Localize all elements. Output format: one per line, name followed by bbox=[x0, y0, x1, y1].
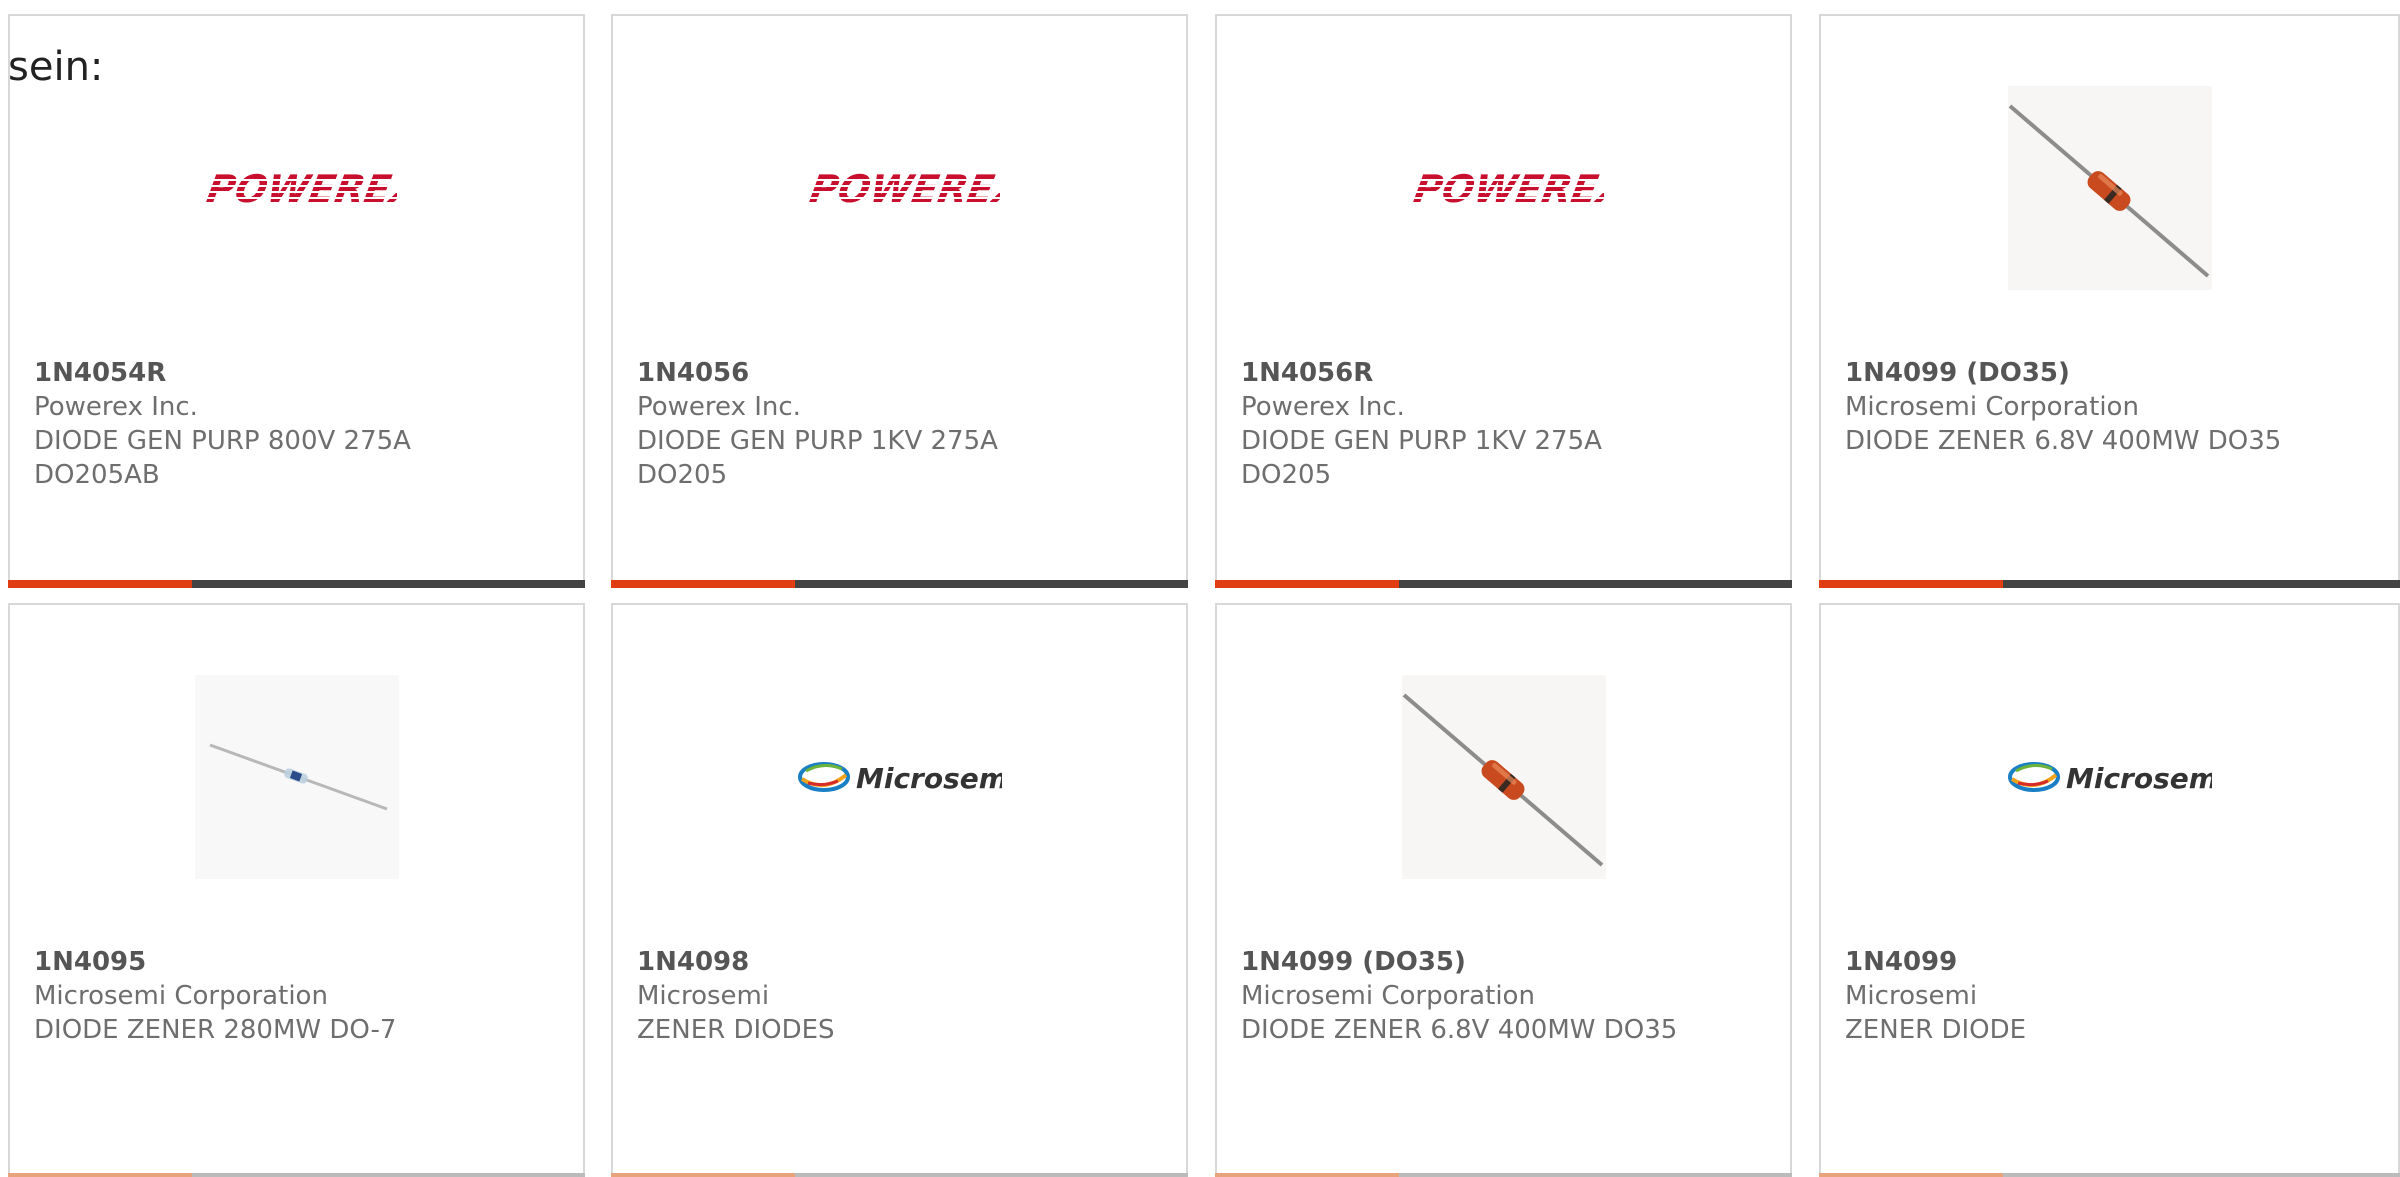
manufacturer: Powerex Inc. bbox=[637, 392, 801, 422]
manufacturer: Microsemi Corporation bbox=[1241, 981, 1535, 1011]
card-accent-bar bbox=[8, 580, 585, 588]
diode-photo bbox=[194, 675, 399, 879]
product-card[interactable]: Microsemi 1N4099 Microsemi ZENER DIODE bbox=[1819, 603, 2400, 1177]
card-accent-bar bbox=[1215, 580, 1792, 588]
description: DIODE GEN PURP 1KV 275A bbox=[637, 426, 998, 456]
microsemi-logo: Microsemi bbox=[2007, 675, 2212, 879]
powerex-logo: POWEREX bbox=[195, 86, 399, 290]
microsemi-logo: Microsemi bbox=[797, 675, 1002, 879]
manufacturer: Powerex Inc. bbox=[1241, 392, 1405, 422]
powerex-logo-text: POWEREX bbox=[1406, 168, 1604, 208]
card-accent-bar bbox=[1819, 1173, 2400, 1177]
part-number[interactable]: 1N4099 (DO35) bbox=[1241, 945, 1766, 979]
product-card[interactable]: 1N4095 Microsemi Corporation DIODE ZENER… bbox=[8, 603, 585, 1177]
part-number[interactable]: 1N4056R bbox=[1241, 356, 1766, 390]
diode-photo bbox=[1401, 675, 1606, 879]
manufacturer: Microsemi bbox=[637, 981, 770, 1011]
description: DIODE ZENER 280MW DO-7 bbox=[34, 1015, 397, 1045]
part-number[interactable]: 1N4098 bbox=[637, 945, 1162, 979]
card-accent-bar bbox=[8, 1173, 585, 1177]
manufacturer: Powerex Inc. bbox=[34, 392, 198, 422]
manufacturer: Microsemi Corporation bbox=[1845, 392, 2139, 422]
description: ZENER DIODE bbox=[1845, 1015, 2027, 1045]
microsemi-logo-text: Microsemi bbox=[2066, 762, 2212, 795]
product-card[interactable]: POWEREX 1N4056R Powerex Inc. DIODE GEN P… bbox=[1215, 14, 1792, 588]
part-number[interactable]: 1N4095 bbox=[34, 945, 559, 979]
description-package: DO205 bbox=[637, 460, 728, 490]
card-accent-bar bbox=[1215, 1173, 1792, 1177]
card-accent-bar bbox=[611, 580, 1188, 588]
part-number[interactable]: 1N4056 bbox=[637, 356, 1162, 390]
product-card[interactable]: 1N4099 (DO35) Microsemi Corporation DIOD… bbox=[1819, 14, 2400, 588]
powerex-logo: POWEREX bbox=[798, 86, 1002, 290]
powerex-logo-text: POWEREX bbox=[802, 168, 1000, 208]
description-package: DO205AB bbox=[34, 460, 160, 490]
description-package: DO205 bbox=[1241, 460, 1332, 490]
part-number[interactable]: 1N4054R bbox=[34, 356, 559, 390]
card-accent-bar bbox=[611, 1173, 1188, 1177]
product-card[interactable]: Microsemi 1N4098 Microsemi ZENER DIODES bbox=[611, 603, 1188, 1177]
powerex-logo: POWEREX bbox=[1402, 86, 1606, 290]
diode-photo bbox=[2007, 86, 2212, 290]
part-number[interactable]: 1N4099 bbox=[1845, 945, 2374, 979]
product-card[interactable]: POWEREX 1N4054R Powerex Inc. DIODE GEN P… bbox=[8, 14, 585, 588]
manufacturer: Microsemi Corporation bbox=[34, 981, 328, 1011]
description: ZENER DIODES bbox=[637, 1015, 835, 1045]
description: DIODE GEN PURP 1KV 275A bbox=[1241, 426, 1602, 456]
intro-text: sein: bbox=[8, 44, 104, 90]
microsemi-logo-text: Microsemi bbox=[856, 762, 1002, 795]
description: DIODE GEN PURP 800V 275A bbox=[34, 426, 411, 456]
manufacturer: Microsemi bbox=[1845, 981, 1978, 1011]
powerex-logo-text: POWEREX bbox=[199, 168, 397, 208]
description: DIODE ZENER 6.8V 400MW DO35 bbox=[1241, 1015, 1678, 1045]
description: DIODE ZENER 6.8V 400MW DO35 bbox=[1845, 426, 2282, 456]
card-accent-bar bbox=[1819, 580, 2400, 588]
product-card[interactable]: 1N4099 (DO35) Microsemi Corporation DIOD… bbox=[1215, 603, 1792, 1177]
part-number[interactable]: 1N4099 (DO35) bbox=[1845, 356, 2374, 390]
product-card[interactable]: POWEREX 1N4056 Powerex Inc. DIODE GEN PU… bbox=[611, 14, 1188, 588]
